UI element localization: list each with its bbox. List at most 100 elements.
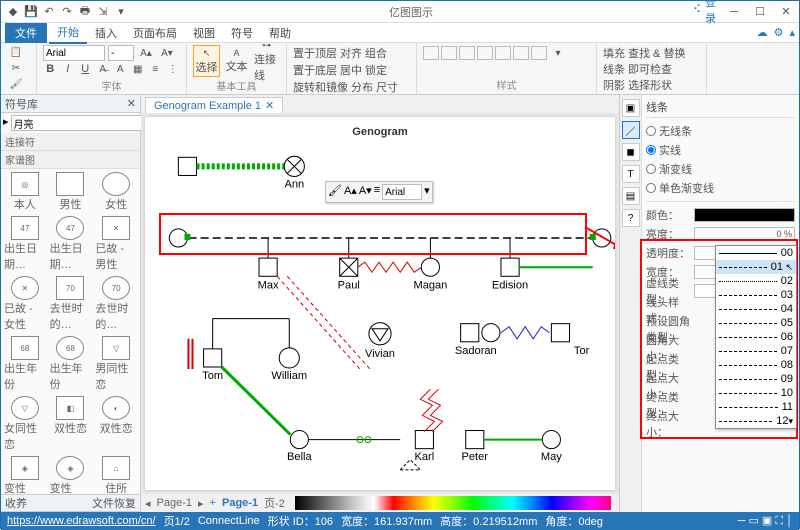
floating-format-toolbar[interactable]: 🖌A▴A▾≡ ▾	[325, 181, 433, 203]
color-palette-strip[interactable]	[295, 496, 611, 510]
style-swatch[interactable]	[513, 46, 529, 60]
qat-redo-icon[interactable]: ↷	[59, 4, 75, 20]
grow-font-button[interactable]: A▴	[137, 45, 155, 61]
shape-bdate-m[interactable]: 47出生日期…	[3, 215, 47, 273]
tab-insert[interactable]: 插入	[87, 23, 125, 43]
tab-close-icon[interactable]: ✕	[265, 99, 274, 112]
italic-button[interactable]: I	[61, 61, 76, 77]
float-font-select[interactable]	[382, 184, 422, 200]
shape-female[interactable]: 女性	[94, 171, 138, 213]
format-page-icon[interactable]: ▤	[622, 187, 640, 205]
zoom-controls[interactable]: ─ ▭ ▣ ⛶ │	[738, 514, 793, 528]
dash-option[interactable]: 04	[716, 302, 796, 316]
dash-option[interactable]: 05	[716, 316, 796, 330]
menu-collapse-icon[interactable]: ▴	[789, 26, 795, 39]
select-shape-button[interactable]: 选择形状	[628, 77, 672, 93]
tab-view[interactable]: 视图	[185, 23, 223, 43]
shape-self[interactable]: ◎本人	[3, 171, 47, 213]
size-button[interactable]: 尺寸	[376, 79, 398, 95]
shape-bi-m[interactable]: ◧双性恋	[49, 395, 93, 453]
lib-section-connectors[interactable]: 连接符	[1, 133, 140, 151]
cut-button[interactable]: ✂	[7, 61, 25, 77]
tab-layout[interactable]: 页面布局	[125, 23, 185, 43]
shape-bi-f[interactable]: ◐双性恋	[94, 395, 138, 453]
shape-death-age-m[interactable]: 70去世时的…	[49, 275, 93, 333]
bullets-button[interactable]: ⋮	[166, 61, 181, 77]
shape-deceased-f[interactable]: ✕已故 - 女性	[3, 275, 47, 333]
align-menu[interactable]: 对齐	[340, 45, 362, 61]
dash-option[interactable]: 00	[716, 246, 796, 260]
distribute-button[interactable]: 分布	[351, 79, 373, 95]
shape-residence[interactable]: ⌂住所	[94, 455, 138, 494]
line-single-grad-radio[interactable]: 单色渐变线	[646, 180, 795, 196]
shrink-font-button[interactable]: A▾	[158, 45, 176, 61]
text-tool[interactable]: A文本	[223, 45, 250, 77]
lib-recover[interactable]: 文件恢复	[92, 495, 136, 511]
dash-option[interactable]: 01 ↖	[716, 260, 796, 274]
dash-option[interactable]: 08	[716, 358, 796, 372]
send-back-button[interactable]: 置于底层	[293, 62, 337, 78]
drawing-canvas[interactable]: Genogram Ann Max Paul Magan Edision	[145, 117, 615, 490]
shape-trans-m[interactable]: ◈变性人…	[3, 455, 47, 494]
dash-option[interactable]: 07	[716, 344, 796, 358]
shape-gay[interactable]: ▽男同性恋	[94, 335, 138, 393]
settings-icon[interactable]: ⚙	[774, 26, 784, 39]
bold-button[interactable]: B	[43, 61, 58, 77]
group-button[interactable]: 组合	[365, 45, 387, 61]
font-size-select[interactable]	[108, 45, 134, 61]
fill-button[interactable]: 填充	[603, 45, 625, 61]
page-nav-prev[interactable]: ◂	[145, 497, 151, 510]
format-fill-icon[interactable]: ▣	[622, 99, 640, 117]
line-button[interactable]: 线条	[603, 61, 625, 77]
paste-button[interactable]: 📋	[7, 45, 25, 61]
page-tab-active[interactable]: Page-1	[222, 497, 258, 509]
shape-lesbian[interactable]: ▽女同性恋	[3, 395, 47, 453]
font-name-select[interactable]	[43, 45, 105, 61]
connector-tool[interactable]: ⊶连接线	[253, 45, 280, 77]
symbol-search-input[interactable]	[11, 115, 149, 131]
dash-option[interactable]: 10	[716, 386, 796, 400]
shape-trans-f[interactable]: ◈变性人…	[49, 455, 93, 494]
qat-more-icon[interactable]: ▾	[113, 4, 129, 20]
line-color-picker[interactable]	[694, 208, 795, 222]
status-url[interactable]: https://www.edrawsoft.com/cn/	[7, 515, 156, 527]
close-button[interactable]: ✕	[773, 2, 799, 22]
dash-option[interactable]: 12▾	[716, 414, 796, 428]
dash-option[interactable]: 03	[716, 288, 796, 302]
dash-option[interactable]: 09	[716, 372, 796, 386]
panel-close-icon[interactable]: ✕	[127, 97, 136, 110]
shape-byear-f[interactable]: 68出生年份	[49, 335, 93, 393]
style-swatch[interactable]	[477, 46, 493, 60]
tab-symbol[interactable]: 符号	[223, 23, 261, 43]
dash-option[interactable]: 02	[716, 274, 796, 288]
page-tab-1[interactable]: Page-1	[157, 497, 192, 509]
shadow-button[interactable]: 阴影	[603, 77, 625, 93]
qat-undo-icon[interactable]: ↶	[41, 4, 57, 20]
style-more-button[interactable]: ▾	[549, 45, 567, 61]
strike-button[interactable]: A̶	[96, 61, 111, 77]
share-icon[interactable]: ⠪	[689, 2, 705, 18]
brightness-input[interactable]: 0 %	[694, 227, 795, 241]
spellcheck-button[interactable]: 即可检查	[628, 61, 672, 77]
file-menu[interactable]: 文件	[5, 23, 47, 43]
style-swatch[interactable]	[441, 46, 457, 60]
shape-death-age-f[interactable]: 70去世时的…	[94, 275, 138, 333]
style-swatch[interactable]	[531, 46, 547, 60]
style-swatch[interactable]	[423, 46, 439, 60]
format-painter-button[interactable]: 🖌	[7, 76, 25, 92]
login-link[interactable]: 登录	[705, 2, 721, 18]
shape-deceased-m[interactable]: ✕已故 - 男性	[94, 215, 138, 273]
lib-section-genogram[interactable]: 家谱图	[1, 151, 140, 169]
underline-button[interactable]: U	[78, 61, 93, 77]
rotate-button[interactable]: 旋转和镜像	[293, 79, 348, 95]
line-none-radio[interactable]: 无线条	[646, 123, 795, 139]
format-help-icon[interactable]: ?	[622, 209, 640, 227]
shape-male[interactable]: 男性	[49, 171, 93, 213]
page-nav-next[interactable]: ▸	[198, 497, 204, 510]
cloud-icon[interactable]: ☁	[757, 26, 768, 39]
center-button[interactable]: 居中	[340, 62, 362, 78]
qat-export-icon[interactable]: ⇲	[95, 4, 111, 20]
line-solid-radio[interactable]: 实线	[646, 142, 795, 158]
dash-option[interactable]: 11	[716, 400, 796, 414]
lib-adopt[interactable]: 收养	[5, 495, 27, 511]
